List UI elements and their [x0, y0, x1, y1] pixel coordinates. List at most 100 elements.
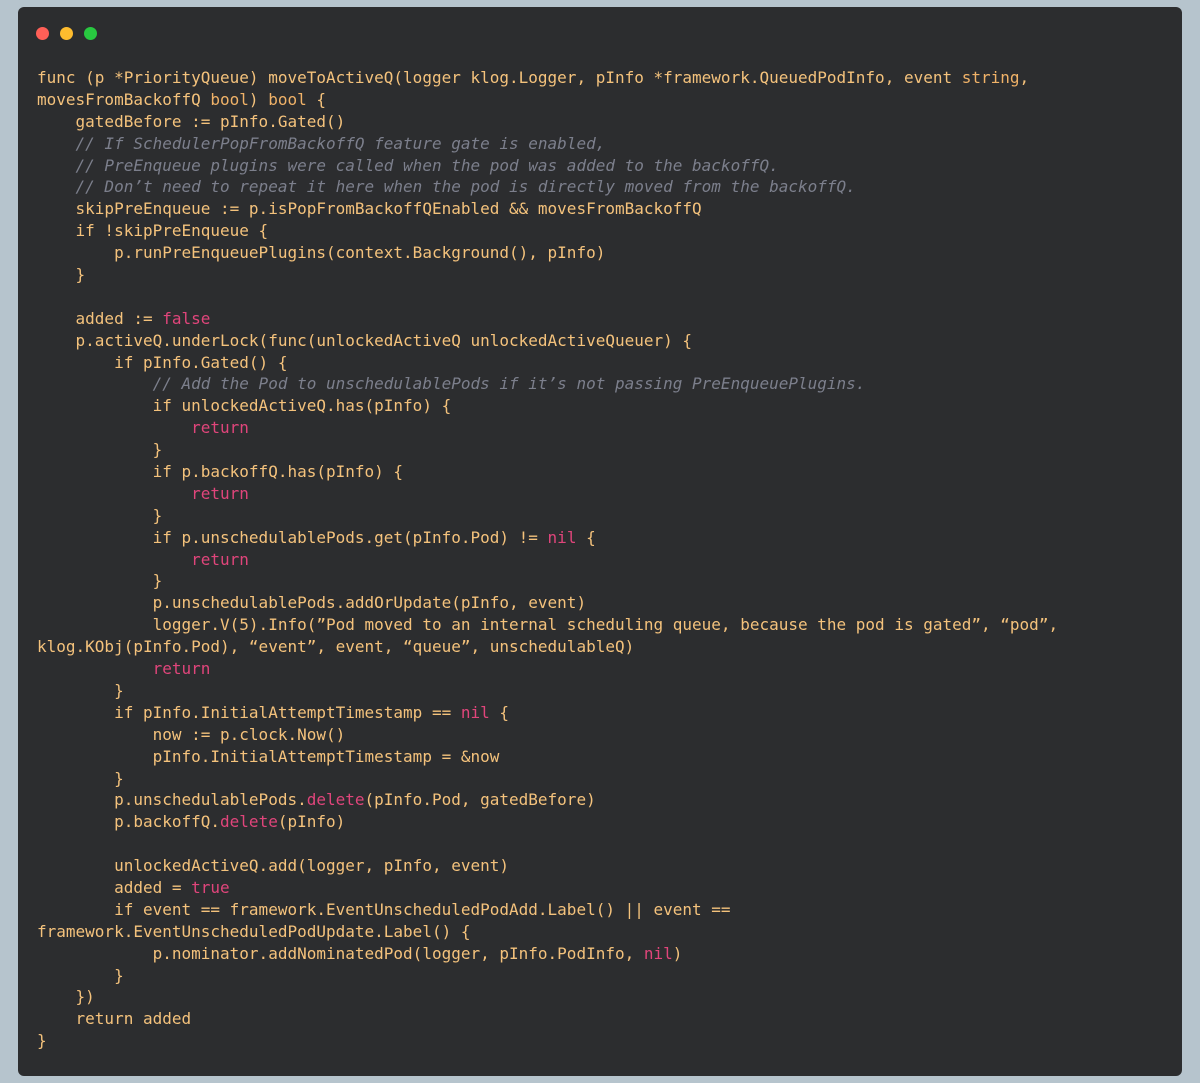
- code-token: added :=: [37, 308, 163, 328]
- code-token: return: [37, 483, 249, 503]
- code-token: p.runPreEnqueuePlugins(context.Backgroun…: [37, 243, 606, 263]
- code-token: }: [37, 965, 124, 985]
- code-token: delete: [220, 812, 278, 832]
- code-line: added := false: [37, 308, 1167, 330]
- code-line: pInfo.InitialAttemptTimestamp = &now: [37, 746, 1167, 768]
- code-token: if !skipPreEnqueue {: [37, 221, 269, 241]
- close-dot-icon[interactable]: [36, 27, 49, 40]
- code-token: movesFromBackoffQ: [37, 89, 211, 109]
- code-token: unlockedActiveQ.add(logger, pInfo, event…: [37, 856, 510, 876]
- code-line: skipPreEnqueue := p.isPopFromBackoffQEna…: [37, 198, 1167, 220]
- code-line: }: [37, 965, 1167, 987]
- code-token: }: [37, 440, 163, 460]
- code-line: p.runPreEnqueuePlugins(context.Backgroun…: [37, 242, 1167, 264]
- code-line: p.nominator.addNominatedPod(logger, pInf…: [37, 943, 1167, 965]
- code-line: }: [37, 570, 1167, 592]
- code-line: return: [37, 483, 1167, 505]
- code-token: if pInfo.InitialAttemptTimestamp ==: [37, 702, 461, 722]
- code-line: if p.unschedulablePods.get(pInfo.Pod) !=…: [37, 527, 1167, 549]
- code-token: if event == framework.EventUnscheduledPo…: [37, 899, 731, 919]
- code-token: bool: [210, 89, 249, 109]
- code-line: return: [37, 417, 1167, 439]
- code-token: now := p.clock.Now(): [37, 724, 346, 744]
- code-token: {: [576, 527, 596, 547]
- code-line: p.backoffQ.delete(pInfo): [37, 811, 1167, 833]
- code-token: return added: [37, 1009, 192, 1029]
- code-line: }: [37, 439, 1167, 461]
- minimize-dot-icon[interactable]: [60, 27, 73, 40]
- code-token: true: [191, 877, 230, 897]
- code-token: {: [489, 702, 510, 722]
- code-line: }: [37, 505, 1167, 527]
- code-window: func (p *PriorityQueue) moveToActiveQ(lo…: [18, 7, 1182, 1076]
- code-line: return added: [37, 1008, 1167, 1030]
- code-block: func (p *PriorityQueue) moveToActiveQ(lo…: [37, 67, 1167, 1052]
- code-token: bool: [268, 89, 307, 109]
- code-line: if event == framework.EventUnscheduledPo…: [37, 899, 1167, 921]
- code-token: if unlockedActiveQ.has(pInfo) {: [37, 396, 452, 416]
- code-token: // If SchedulerPopFromBackoffQ feature g…: [37, 133, 606, 153]
- code-line: }): [37, 986, 1167, 1008]
- code-token: func (p *PriorityQueue) moveToActiveQ(lo…: [37, 68, 962, 87]
- code-token: }: [37, 265, 86, 285]
- code-line: return: [37, 658, 1167, 680]
- code-line: if !skipPreEnqueue {: [37, 220, 1167, 242]
- code-line: }: [37, 1030, 1167, 1052]
- code-token: return: [37, 549, 249, 569]
- code-token: skipPreEnqueue := p.isPopFromBackoffQEna…: [37, 199, 702, 219]
- code-token: klog.KObj(pInfo.Pod), “event”, event, “q…: [37, 637, 635, 657]
- code-line: gatedBefore := pInfo.Gated(): [37, 111, 1167, 133]
- code-token: }: [37, 505, 163, 525]
- code-token: // Add the Pod to unschedulablePods if i…: [37, 374, 866, 394]
- code-token: nil: [460, 702, 490, 722]
- code-line: p.unschedulablePods.addOrUpdate(pInfo, e…: [37, 592, 1167, 614]
- code-line: }: [37, 768, 1167, 790]
- code-line: // Add the Pod to unschedulablePods if i…: [37, 373, 1167, 395]
- code-token: {: [306, 89, 326, 109]
- code-token: nil: [547, 527, 577, 547]
- code-token: added =: [37, 877, 192, 897]
- code-token: if pInfo.Gated() {: [37, 352, 288, 372]
- code-line: p.activeQ.underLock(func(unlockedActiveQ…: [37, 330, 1167, 352]
- code-token: if p.unschedulablePods.get(pInfo.Pod) !=: [37, 527, 548, 547]
- code-line: // PreEnqueue plugins were called when t…: [37, 155, 1167, 177]
- code-token: }: [37, 571, 163, 591]
- code-line: if p.backoffQ.has(pInfo) {: [37, 461, 1167, 483]
- code-token: return: [37, 418, 249, 438]
- code-line: return: [37, 549, 1167, 571]
- code-line: framework.EventUnscheduledPodUpdate.Labe…: [37, 921, 1167, 943]
- code-token: nil: [643, 943, 673, 963]
- code-line: // If SchedulerPopFromBackoffQ feature g…: [37, 133, 1167, 155]
- code-token: pInfo.InitialAttemptTimestamp = &now: [37, 746, 500, 766]
- code-token: }: [37, 1031, 47, 1051]
- code-line: unlockedActiveQ.add(logger, pInfo, event…: [37, 855, 1167, 877]
- code-token: false: [162, 308, 211, 328]
- code-line: func (p *PriorityQueue) moveToActiveQ(lo…: [37, 67, 1167, 89]
- code-token: }: [37, 768, 124, 788]
- code-line: if unlockedActiveQ.has(pInfo) {: [37, 395, 1167, 417]
- code-line: logger.V(5).Info(”Pod moved to an intern…: [37, 614, 1167, 636]
- code-line: // Don’t need to repeat it here when the…: [37, 176, 1167, 198]
- code-token: (pInfo.Pod, gatedBefore): [364, 790, 596, 810]
- code-token: return: [37, 659, 211, 679]
- code-line: }: [37, 264, 1167, 286]
- code-token: // Don’t need to repeat it here when the…: [37, 177, 856, 197]
- code-line: now := p.clock.Now(): [37, 724, 1167, 746]
- code-line: klog.KObj(pInfo.Pod), “event”, event, “q…: [37, 636, 1167, 658]
- code-token: p.unschedulablePods.addOrUpdate(pInfo, e…: [37, 593, 587, 613]
- code-token: gatedBefore := pInfo.Gated(): [37, 111, 346, 131]
- code-token: (pInfo): [277, 812, 346, 832]
- code-line: if pInfo.Gated() {: [37, 352, 1167, 374]
- zoom-dot-icon[interactable]: [84, 27, 97, 40]
- code-token: p.unschedulablePods.: [37, 790, 307, 810]
- code-line: if pInfo.InitialAttemptTimestamp == nil …: [37, 702, 1167, 724]
- code-token: p.nominator.addNominatedPod(logger, pInf…: [37, 943, 644, 963]
- code-line: p.unschedulablePods.delete(pInfo.Pod, ga…: [37, 789, 1167, 811]
- code-token: string: [961, 68, 1020, 87]
- code-line: added = true: [37, 877, 1167, 899]
- code-token: p.backoffQ.: [37, 812, 221, 832]
- code-line: }: [37, 680, 1167, 702]
- code-token: logger.V(5).Info(”Pod moved to an intern…: [37, 615, 1059, 635]
